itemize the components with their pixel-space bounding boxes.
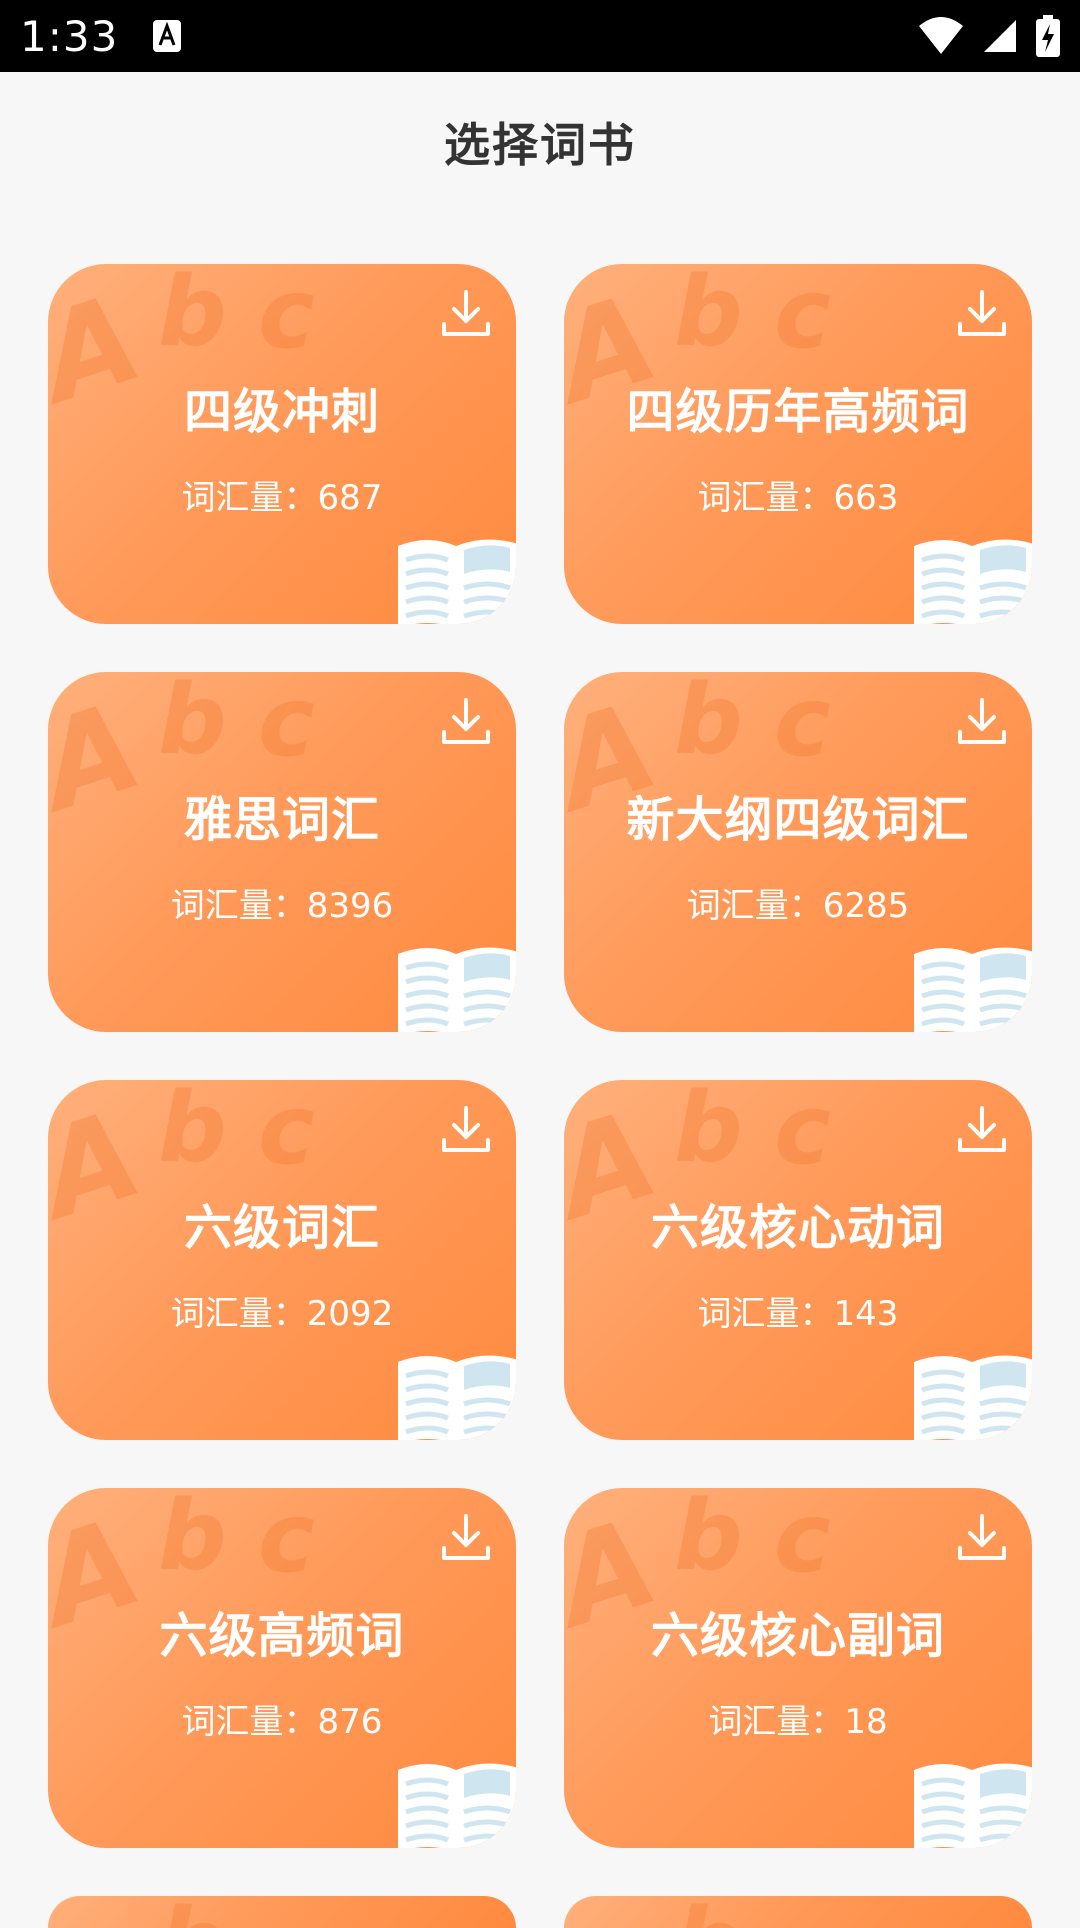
open-book-icon — [398, 539, 516, 624]
wordbook-card[interactable]: A b c 六级高频词 词汇量：876 — [48, 1488, 516, 1848]
download-icon[interactable] — [438, 1102, 494, 1158]
a-notification-icon — [153, 20, 182, 52]
wordbook-title: 六级高频词 — [159, 1608, 405, 1664]
download-icon[interactable] — [954, 286, 1010, 342]
decor-letter-b: b — [158, 1080, 227, 1184]
decor-letter-b: b — [674, 1080, 743, 1184]
download-icon[interactable] — [954, 694, 1010, 750]
wordbook-count: 词汇量：18 — [708, 1702, 888, 1742]
status-time: 1:33 — [20, 11, 119, 61]
download-icon[interactable] — [438, 1510, 494, 1566]
download-icon[interactable] — [954, 1510, 1010, 1566]
open-book-icon — [914, 1763, 1032, 1848]
wordbook-card[interactable]: A b c 雅思词汇 词汇量：8396 — [48, 672, 516, 1032]
wordbook-card[interactable]: A b c 新大纲四级词汇 词汇量：6285 — [564, 672, 1032, 1032]
wordbook-title: 雅思词汇 — [183, 792, 380, 848]
wordbook-count: 词汇量：6285 — [686, 886, 910, 926]
wifi-icon — [919, 17, 963, 54]
decor-letter-c: c — [258, 264, 315, 370]
wordbook-count: 词汇量：687 — [181, 478, 383, 518]
wordbook-card-partial[interactable]: b — [48, 1896, 516, 1928]
open-book-icon — [398, 1355, 516, 1440]
wordbook-count: 词汇量：2092 — [170, 1294, 394, 1334]
decor-letter-b: b — [158, 1896, 227, 1928]
wordbook-title: 六级核心动词 — [650, 1200, 945, 1256]
wordbook-title: 四级冲刺 — [183, 384, 380, 440]
wordbook-title: 四级历年高频词 — [626, 384, 970, 440]
wordbook-title: 六级核心副词 — [650, 1608, 945, 1664]
page-title: 选择词书 — [444, 118, 636, 172]
decor-letter-c: c — [774, 672, 831, 778]
download-icon[interactable] — [438, 694, 494, 750]
wordbook-card[interactable]: A b c 六级词汇 词汇量：2092 — [48, 1080, 516, 1440]
signal-icon — [984, 20, 1016, 52]
decor-letter-b: b — [158, 264, 227, 368]
wordbook-count: 词汇量：876 — [181, 1702, 383, 1742]
status-bar: 1:33 — [0, 0, 1080, 72]
decor-letter-b: b — [674, 1488, 743, 1592]
download-icon[interactable] — [954, 1102, 1010, 1158]
wordbook-title: 六级词汇 — [183, 1200, 380, 1256]
wordbook-grid: A b c 四级冲刺 词汇量：687 A b c 四级历年高频词 词汇量：663… — [48, 264, 1032, 1928]
decor-letter-b: b — [674, 264, 743, 368]
decor-letter-c: c — [258, 672, 315, 778]
header: 选择词书 — [0, 72, 1080, 212]
download-icon[interactable] — [438, 286, 494, 342]
wordbook-card[interactable]: A b c 四级冲刺 词汇量：687 — [48, 264, 516, 624]
decor-letter-b: b — [674, 1896, 743, 1928]
wordbook-card[interactable]: A b c 四级历年高频词 词汇量：663 — [564, 264, 1032, 624]
decor-letter-b: b — [158, 672, 227, 776]
wordbook-count: 词汇量：8396 — [170, 886, 394, 926]
wordbook-count: 词汇量：663 — [697, 478, 899, 518]
decor-letter-c: c — [258, 1488, 315, 1594]
decor-letter-c: c — [774, 264, 831, 370]
open-book-icon — [398, 947, 516, 1032]
decor-letter-b: b — [674, 672, 743, 776]
decor-letter-c: c — [258, 1080, 315, 1186]
battery-charging-icon — [1036, 15, 1060, 57]
decor-letter-c: c — [774, 1080, 831, 1186]
wordbook-card[interactable]: A b c 六级核心副词 词汇量：18 — [564, 1488, 1032, 1848]
open-book-icon — [914, 539, 1032, 624]
wordbook-title: 新大纲四级词汇 — [626, 792, 970, 848]
open-book-icon — [398, 1763, 516, 1848]
wordbook-card-partial[interactable]: b — [564, 1896, 1032, 1928]
wordbook-card[interactable]: A b c 六级核心动词 词汇量：143 — [564, 1080, 1032, 1440]
open-book-icon — [914, 947, 1032, 1032]
open-book-icon — [914, 1355, 1032, 1440]
decor-letter-c: c — [774, 1488, 831, 1594]
decor-letter-b: b — [158, 1488, 227, 1592]
wordbook-count: 词汇量：143 — [697, 1294, 899, 1334]
